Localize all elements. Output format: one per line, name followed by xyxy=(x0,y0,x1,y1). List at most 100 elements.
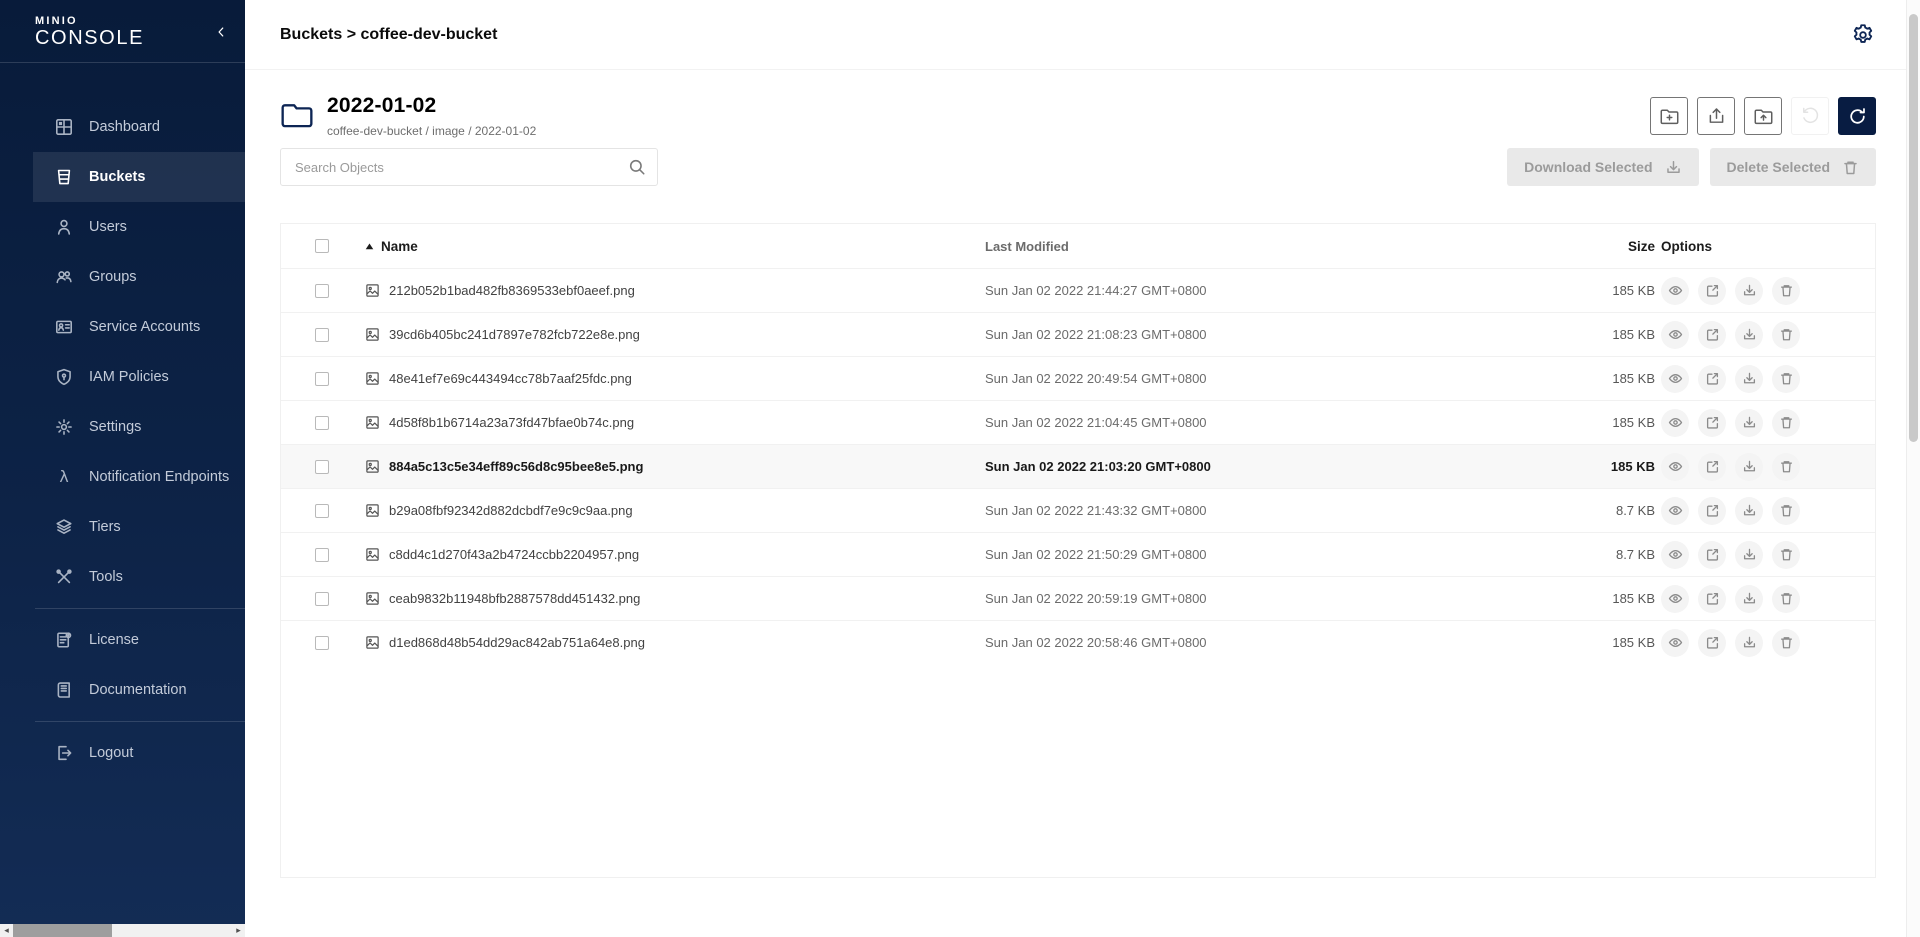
delete-button[interactable] xyxy=(1772,365,1800,393)
table-body: 212b052b1bad482fb8369533ebf0aeef.pngSun … xyxy=(281,268,1875,664)
table-row[interactable]: b29a08fbf92342d882dcbdf7e9c9c9aa.pngSun … xyxy=(281,488,1875,532)
refresh-button[interactable] xyxy=(1838,97,1876,135)
vertical-scrollbar-thumb[interactable] xyxy=(1909,14,1918,442)
delete-selected-button[interactable]: Delete Selected xyxy=(1710,148,1877,186)
delete-button[interactable] xyxy=(1772,409,1800,437)
row-checkbox[interactable] xyxy=(315,416,329,430)
object-path-breadcrumb[interactable]: coffee-dev-bucket / image / 2022-01-02 xyxy=(327,124,536,138)
object-name[interactable]: 884a5c13c5e34eff89c56d8c95bee8e5.png xyxy=(389,459,643,474)
preview-button[interactable] xyxy=(1661,629,1689,657)
delete-button[interactable] xyxy=(1772,497,1800,525)
delete-button[interactable] xyxy=(1772,541,1800,569)
share-button[interactable] xyxy=(1698,541,1726,569)
delete-button[interactable] xyxy=(1772,629,1800,657)
table-row[interactable]: ceab9832b11948bfb2887578dd451432.pngSun … xyxy=(281,576,1875,620)
download-button[interactable] xyxy=(1735,277,1763,305)
download-button[interactable] xyxy=(1735,629,1763,657)
horizontal-scrollbar[interactable]: ◂ ▸ xyxy=(0,924,245,937)
delete-button[interactable] xyxy=(1772,321,1800,349)
preview-button[interactable] xyxy=(1661,409,1689,437)
share-button[interactable] xyxy=(1698,365,1726,393)
scroll-left-arrow-icon[interactable]: ◂ xyxy=(0,924,13,937)
object-name[interactable]: 48e41ef7e69c443494cc78b7aaf25fdc.png xyxy=(389,371,632,386)
download-button[interactable] xyxy=(1735,497,1763,525)
preview-button[interactable] xyxy=(1661,453,1689,481)
download-button[interactable] xyxy=(1735,541,1763,569)
share-button[interactable] xyxy=(1698,453,1726,481)
table-row[interactable]: 4d58f8b1b6714a23a73fd47bfae0b74c.pngSun … xyxy=(281,400,1875,444)
sidebar-item-buckets[interactable]: Buckets xyxy=(33,152,245,202)
object-name[interactable]: 39cd6b405bc241d7897e782fcb722e8e.png xyxy=(389,327,640,342)
download-selected-button[interactable]: Download Selected xyxy=(1507,148,1698,186)
sidebar-item-documentation[interactable]: Documentation xyxy=(0,665,245,715)
download-button[interactable] xyxy=(1735,409,1763,437)
upload-folder-button[interactable] xyxy=(1744,97,1782,135)
sidebar-item-dashboard[interactable]: Dashboard xyxy=(0,102,245,152)
delete-button[interactable] xyxy=(1772,585,1800,613)
share-button[interactable] xyxy=(1698,321,1726,349)
sidebar-item-notification-endpoints[interactable]: λNotification Endpoints xyxy=(0,452,245,502)
settings-gear-icon[interactable] xyxy=(1850,22,1876,48)
preview-button[interactable] xyxy=(1661,541,1689,569)
column-header-name[interactable]: Name xyxy=(365,239,985,254)
row-checkbox[interactable] xyxy=(315,504,329,518)
table-row[interactable]: 212b052b1bad482fb8369533ebf0aeef.pngSun … xyxy=(281,268,1875,312)
table-row[interactable]: c8dd4c1d270f43a2b4724ccbb2204957.pngSun … xyxy=(281,532,1875,576)
delete-button[interactable] xyxy=(1772,453,1800,481)
row-checkbox[interactable] xyxy=(315,372,329,386)
object-name[interactable]: 212b052b1bad482fb8369533ebf0aeef.png xyxy=(389,283,635,298)
sidebar-item-service-accounts[interactable]: Service Accounts xyxy=(0,302,245,352)
menu-divider xyxy=(35,721,245,722)
download-button[interactable] xyxy=(1735,321,1763,349)
share-button[interactable] xyxy=(1698,409,1726,437)
share-button[interactable] xyxy=(1698,629,1726,657)
table-row[interactable]: d1ed868d48b54dd29ac842ab751a64e8.pngSun … xyxy=(281,620,1875,664)
preview-button[interactable] xyxy=(1661,497,1689,525)
share-button[interactable] xyxy=(1698,497,1726,525)
sidebar-item-users[interactable]: Users xyxy=(0,202,245,252)
delete-button[interactable] xyxy=(1772,277,1800,305)
vertical-scrollbar[interactable] xyxy=(1906,0,1920,937)
preview-button[interactable] xyxy=(1661,585,1689,613)
share-button[interactable] xyxy=(1698,585,1726,613)
preview-button[interactable] xyxy=(1661,365,1689,393)
sidebar-item-tiers[interactable]: Tiers xyxy=(0,502,245,552)
rewind-button[interactable] xyxy=(1791,97,1829,135)
sidebar-item-license[interactable]: License xyxy=(0,615,245,665)
table-row[interactable]: 884a5c13c5e34eff89c56d8c95bee8e5.pngSun … xyxy=(281,444,1875,488)
object-name[interactable]: 4d58f8b1b6714a23a73fd47bfae0b74c.png xyxy=(389,415,634,430)
sidebar-item-settings[interactable]: Settings xyxy=(0,402,245,452)
preview-button[interactable] xyxy=(1661,277,1689,305)
table-row[interactable]: 48e41ef7e69c443494cc78b7aaf25fdc.pngSun … xyxy=(281,356,1875,400)
row-checkbox[interactable] xyxy=(315,328,329,342)
upload-file-button[interactable] xyxy=(1697,97,1735,135)
trash-icon xyxy=(1779,503,1794,518)
sidebar-collapse-icon[interactable] xyxy=(214,25,228,39)
download-button[interactable] xyxy=(1735,365,1763,393)
object-name[interactable]: d1ed868d48b54dd29ac842ab751a64e8.png xyxy=(389,635,645,650)
download-button[interactable] xyxy=(1735,585,1763,613)
preview-button[interactable] xyxy=(1661,321,1689,349)
object-name[interactable]: b29a08fbf92342d882dcbdf7e9c9c9aa.png xyxy=(389,503,633,518)
row-checkbox[interactable] xyxy=(315,460,329,474)
select-all-checkbox[interactable] xyxy=(315,239,329,253)
sidebar-item-groups[interactable]: Groups xyxy=(0,252,245,302)
new-path-button[interactable] xyxy=(1650,97,1688,135)
row-checkbox[interactable] xyxy=(315,636,329,650)
download-button[interactable] xyxy=(1735,453,1763,481)
search-input[interactable] xyxy=(280,148,658,186)
row-checkbox[interactable] xyxy=(315,592,329,606)
sidebar-item-logout[interactable]: Logout xyxy=(0,728,245,778)
horizontal-scrollbar-thumb[interactable] xyxy=(13,924,112,937)
column-header-size[interactable]: Size xyxy=(1585,239,1655,254)
table-row[interactable]: 39cd6b405bc241d7897e782fcb722e8e.pngSun … xyxy=(281,312,1875,356)
object-name[interactable]: c8dd4c1d270f43a2b4724ccbb2204957.png xyxy=(389,547,639,562)
row-checkbox[interactable] xyxy=(315,548,329,562)
column-header-last-modified[interactable]: Last Modified xyxy=(985,239,1585,254)
row-checkbox[interactable] xyxy=(315,284,329,298)
share-button[interactable] xyxy=(1698,277,1726,305)
sidebar-item-iam-policies[interactable]: IAM Policies xyxy=(0,352,245,402)
scroll-right-arrow-icon[interactable]: ▸ xyxy=(232,924,245,937)
object-name[interactable]: ceab9832b11948bfb2887578dd451432.png xyxy=(389,591,640,606)
sidebar-item-tools[interactable]: Tools xyxy=(0,552,245,602)
